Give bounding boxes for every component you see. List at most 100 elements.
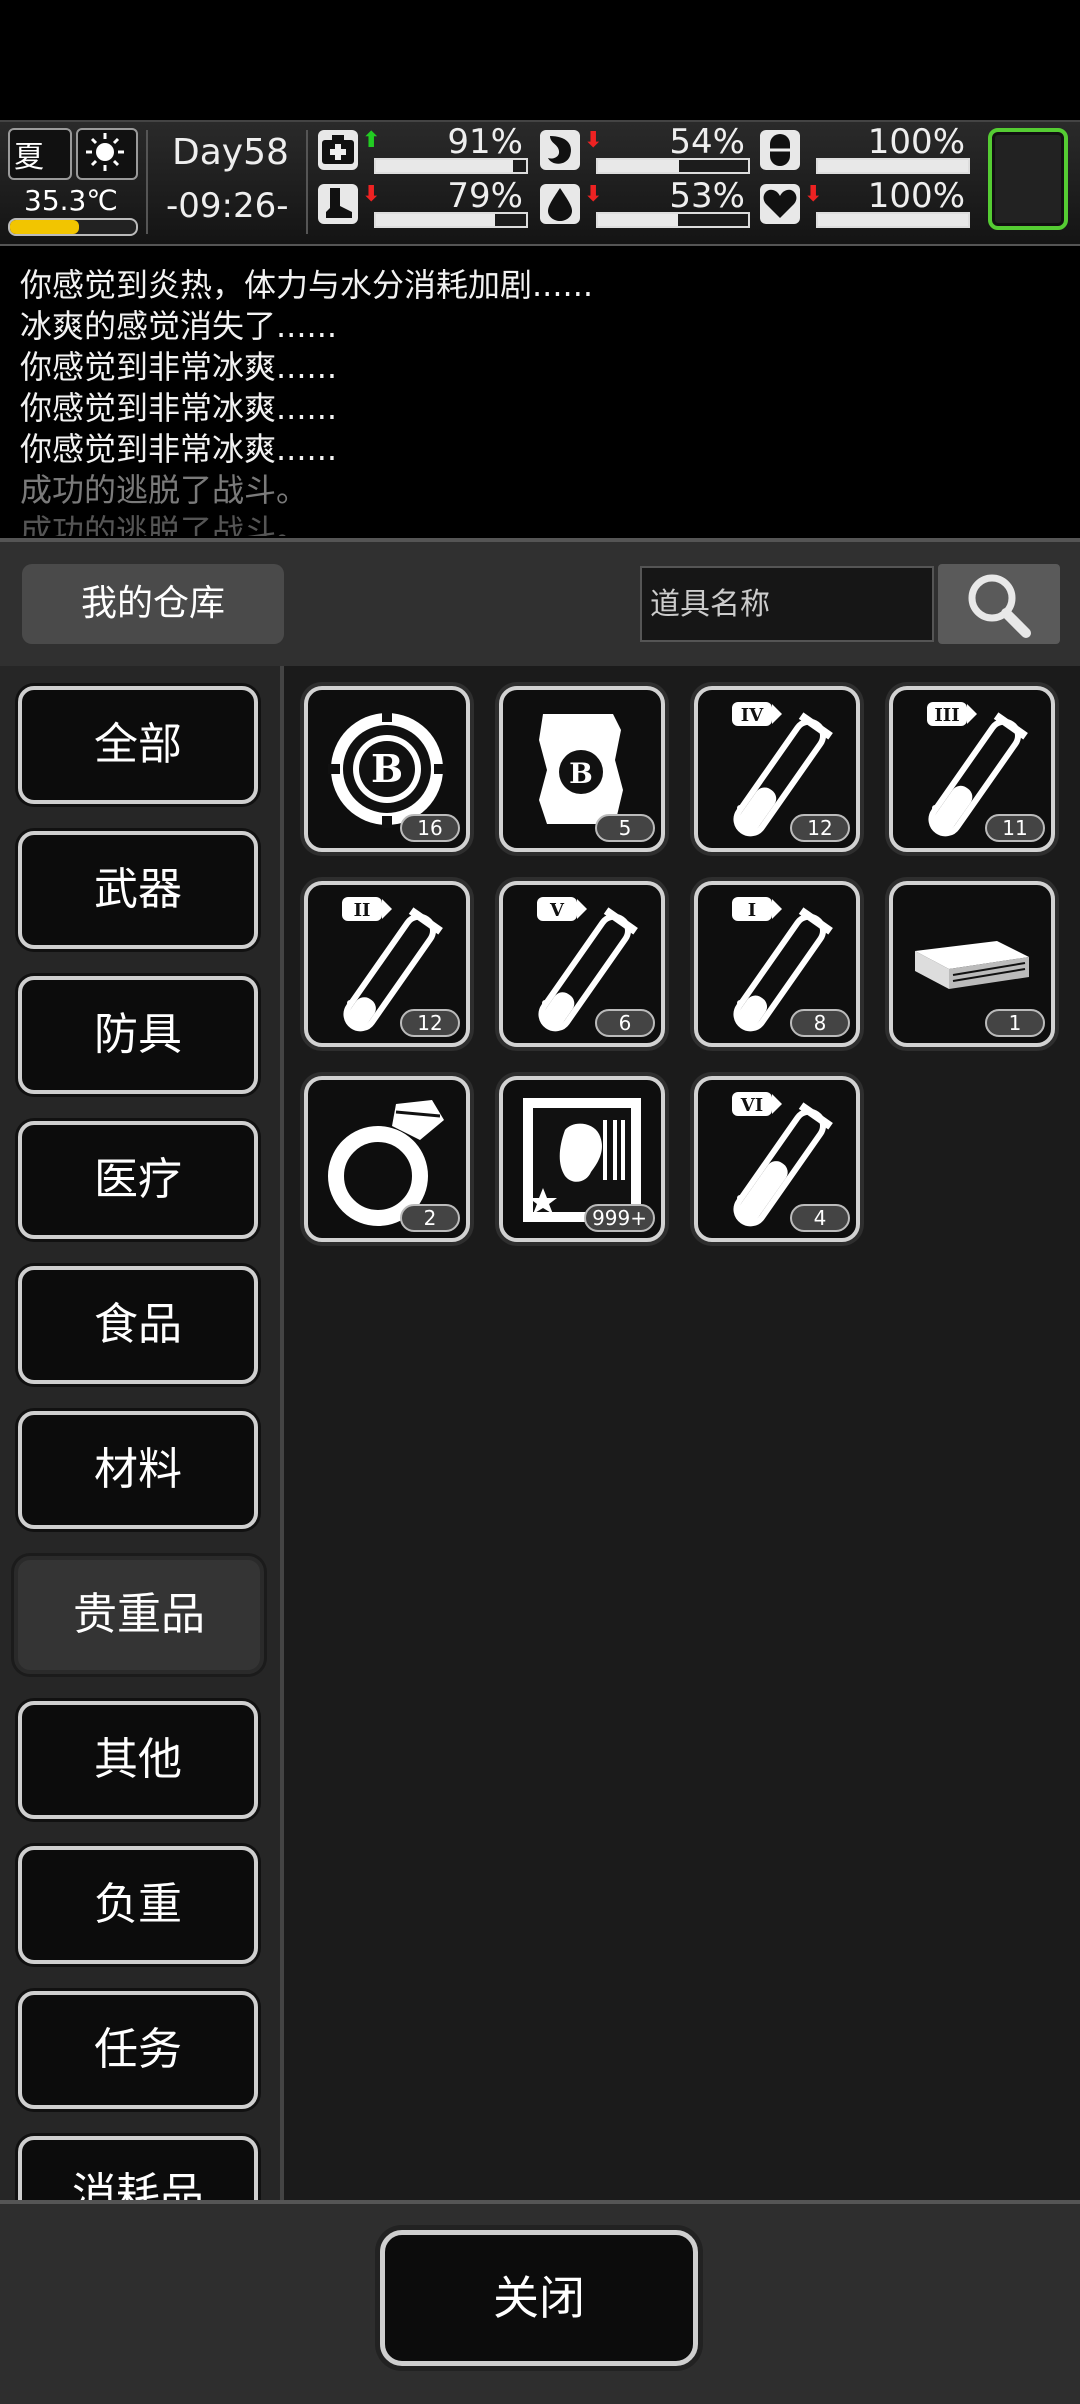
stat-bar-fill xyxy=(598,214,678,226)
trend-down-icon: ⬇ xyxy=(362,182,381,207)
category-tab[interactable]: 消耗品 xyxy=(18,2136,258,2200)
search-icon xyxy=(968,574,1031,638)
stat-value: 100% xyxy=(867,176,965,216)
category-tab[interactable]: 材料 xyxy=(18,1411,258,1529)
stat-bar xyxy=(596,158,750,174)
stat-bar-fill xyxy=(598,160,679,172)
svg-text:B: B xyxy=(371,746,403,791)
stat-value: 79% xyxy=(447,176,523,216)
warehouse-title: 我的仓库 xyxy=(22,564,284,644)
item-count-badge: 2 xyxy=(400,1204,460,1232)
inventory-slot[interactable]: 1 xyxy=(889,881,1055,1047)
stat-bar xyxy=(374,212,528,228)
category-tab[interactable]: 食品 xyxy=(18,1266,258,1384)
stat-value: 53% xyxy=(669,176,745,216)
temperature-bar xyxy=(8,218,138,236)
sun-icon xyxy=(76,128,138,180)
season-badge: 夏 xyxy=(8,128,72,180)
stat-stomach: ⬇ 54% xyxy=(540,122,755,178)
stat-value: 100% xyxy=(867,122,965,162)
category-tab[interactable]: 武器 xyxy=(18,831,258,949)
item-search-input[interactable] xyxy=(640,566,934,642)
item-count-badge: 16 xyxy=(400,814,460,842)
stat-bar-fill xyxy=(376,160,513,172)
svg-text:VI: VI xyxy=(740,1095,763,1116)
inventory-slot[interactable]: I8 xyxy=(694,881,860,1047)
stat-capsule: 100% xyxy=(760,122,975,178)
temperature-bar-fill xyxy=(10,220,80,234)
trend-up-icon: ⬆ xyxy=(362,128,381,153)
category-tab[interactable]: 防具 xyxy=(18,976,258,1094)
svg-text:IV: IV xyxy=(741,705,764,726)
health-icon xyxy=(318,130,358,170)
category-tab[interactable]: 全部 xyxy=(18,686,258,804)
item-count-badge: 8 xyxy=(790,1009,850,1037)
stat-bar xyxy=(596,212,750,228)
log-line: 你感觉到炎热，体力与水分消耗加剧...... xyxy=(20,266,594,304)
stat-bar-fill xyxy=(818,160,968,172)
log-line: 成功的逃脱了战斗。 xyxy=(20,512,309,536)
item-count-badge: 12 xyxy=(400,1009,460,1037)
log-line: 你感觉到非常冰爽...... xyxy=(20,389,338,427)
svg-text:II: II xyxy=(354,900,371,921)
log-line: 冰爽的感觉消失了...... xyxy=(20,307,338,345)
message-log: 你感觉到炎热，体力与水分消耗加剧...... 冰爽的感觉消失了...... 你感觉到… xyxy=(0,246,1080,536)
status-hud: 夏 35.3℃ Day58 -09:26- ⬆ 91% ⬇ 54% 100% ⬇ 79% ⬇ 5… xyxy=(0,120,1080,246)
stat-heart: ⬇ 100% xyxy=(760,176,975,232)
water-drop-icon xyxy=(540,184,580,224)
capsule-icon xyxy=(760,130,800,170)
inventory-slot[interactable]: B5 xyxy=(499,686,665,852)
item-count-badge: 999+ xyxy=(584,1204,655,1232)
item-count-badge: 1 xyxy=(985,1009,1045,1037)
log-line: 成功的逃脱了战斗。 xyxy=(20,471,309,509)
log-line: 你感觉到非常冰爽...... xyxy=(20,430,338,468)
day-label: Day58 xyxy=(172,132,289,173)
temperature-label: 35.3℃ xyxy=(24,184,118,217)
trend-down-icon: ⬇ xyxy=(584,182,603,207)
svg-text:V: V xyxy=(549,900,565,921)
stat-health: ⬆ 91% xyxy=(318,122,533,178)
svg-text:B: B xyxy=(569,757,593,790)
stat-value: 54% xyxy=(669,122,745,162)
item-count-badge: 12 xyxy=(790,814,850,842)
inventory-slot[interactable]: V6 xyxy=(499,881,665,1047)
stat-water-drop: ⬇ 53% xyxy=(540,176,755,232)
trend-down-icon: ⬇ xyxy=(584,128,603,153)
item-count-badge: 6 xyxy=(595,1009,655,1037)
inventory-slot[interactable]: 2 xyxy=(304,1076,470,1242)
item-grid: B 16 B 5 IV 12 III 11 II 12 V 6 I 8 1 2 999+ VI 4 xyxy=(284,666,1080,2200)
heart-icon xyxy=(760,184,800,224)
item-count-badge: 11 xyxy=(985,814,1045,842)
item-count-badge: 4 xyxy=(790,1204,850,1232)
category-tab[interactable]: 任务 xyxy=(18,1991,258,2109)
inventory-slot[interactable]: II 12 xyxy=(304,881,470,1047)
item-count-badge: 5 xyxy=(595,814,655,842)
category-tab[interactable]: 负重 xyxy=(18,1846,258,1964)
stat-bar-fill xyxy=(818,214,968,226)
stomach-icon xyxy=(540,130,580,170)
trend-down-icon: ⬇ xyxy=(804,182,823,207)
category-tab[interactable]: 其他 xyxy=(18,1701,258,1819)
close-button[interactable]: 关闭 xyxy=(380,2230,698,2366)
season-label: 夏 xyxy=(14,140,44,175)
stat-bar xyxy=(816,212,970,228)
stat-value: 91% xyxy=(447,122,523,162)
category-sidebar[interactable]: 全部武器防具医疗食品材料贵重品其他负重任务消耗品 xyxy=(0,666,284,2200)
inventory-slot[interactable]: III 11 xyxy=(889,686,1055,852)
boot-icon xyxy=(318,184,358,224)
category-tab[interactable]: 贵重品 xyxy=(14,1556,264,1674)
inventory-slot[interactable]: B 16 xyxy=(304,686,470,852)
stat-bar-fill xyxy=(376,214,495,226)
stat-bar xyxy=(374,158,528,174)
inventory-slot[interactable]: VI 4 xyxy=(694,1076,860,1242)
inventory-slot[interactable]: IV 12 xyxy=(694,686,860,852)
time-label: -09:26- xyxy=(166,186,289,226)
category-tab[interactable]: 医疗 xyxy=(18,1121,258,1239)
character-portrait-button[interactable] xyxy=(988,128,1068,230)
stat-bar xyxy=(816,158,970,174)
svg-text:I: I xyxy=(748,900,756,921)
svg-text:III: III xyxy=(934,705,959,726)
stat-boot: ⬇ 79% xyxy=(318,176,533,232)
search-button[interactable] xyxy=(938,564,1060,644)
inventory-slot[interactable]: 999+ xyxy=(499,1076,665,1242)
